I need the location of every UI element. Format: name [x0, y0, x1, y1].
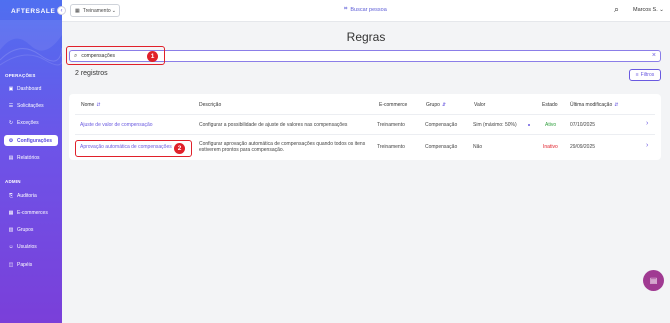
rule-value: Sim (máximo: 50%): [473, 122, 517, 128]
rule-group: Compensação: [425, 122, 458, 128]
sidebar-item-label: Configurações: [17, 137, 53, 144]
rule-name-link[interactable]: Ajuste de valor de compensação: [80, 122, 153, 128]
sidebar: AFTERSALE OPERAÇÕES ▣ Dashboard ☰ Solicita…: [0, 0, 62, 323]
app-logo: AFTERSALE: [11, 8, 56, 15]
buscar-pessoa-link[interactable]: ⌗ Buscar pessoa: [344, 6, 387, 13]
sidebar-wave-decoration: [0, 20, 62, 66]
users-icon: ☺: [8, 243, 14, 250]
sort-icon: ⇵: [96, 102, 101, 108]
column-header-label: Nome: [81, 102, 95, 108]
column-header-valor: Valor: [474, 102, 486, 108]
topbar: ▦ Treinamento ⌄ ⌗ Buscar pessoa ⌕ Marcos…: [62, 0, 670, 22]
chevron-down-icon: ⌄: [659, 7, 664, 13]
calendar-icon: ▦: [75, 7, 80, 14]
sidebar-item-excecoes[interactable]: ↻ Exceções: [4, 117, 58, 128]
sidebar-item-dashboard[interactable]: ▣ Dashboard: [4, 83, 58, 94]
sidebar-item-relatorios[interactable]: ▤ Relatórios: [4, 152, 58, 163]
chat-button[interactable]: ▤: [643, 270, 664, 291]
sidebar-item-solicitacoes[interactable]: ☰ Solicitações: [4, 100, 58, 111]
audit-icon: ⎘: [8, 192, 13, 199]
clear-icon[interactable]: ×: [652, 52, 656, 59]
sidebar-item-ecommerces[interactable]: ▦ E-commerces: [4, 207, 58, 218]
column-header-nome[interactable]: Nome ⇵: [81, 102, 101, 108]
scan-icon: ⌗: [344, 6, 348, 12]
dashboard-icon: ▣: [8, 85, 14, 92]
sidebar-item-label: Relatórios: [17, 154, 40, 161]
column-header-label: Última modificação: [570, 102, 613, 108]
sort-icon: ⇵: [614, 102, 619, 108]
filters-button[interactable]: ≡ Filtros: [629, 69, 661, 81]
status-badge: Inativo: [543, 144, 558, 150]
chevron-down-icon: ⌄: [111, 8, 116, 14]
divider: [75, 114, 655, 115]
rule-description: Configurar a possibilidade de ajuste de …: [199, 122, 348, 128]
column-header-ultima[interactable]: Última modificação ⇵: [570, 102, 618, 108]
status-badge: Ativo: [545, 122, 557, 128]
sidebar-item-label: E-commerces: [17, 209, 48, 216]
rule-modified-date: 07/10/2025: [570, 122, 596, 128]
record-count: 2 registros: [75, 70, 108, 77]
column-header-label: Grupo: [426, 102, 440, 108]
user-name: Marcos S.: [633, 7, 658, 13]
sidebar-item-label: Usuários: [17, 243, 37, 250]
sidebar-item-papeis[interactable]: ◫ Papéis: [4, 259, 58, 270]
gear-icon: ⚙: [8, 137, 14, 144]
rule-group: Compensação: [425, 144, 458, 150]
sidebar-item-auditoria[interactable]: ⎘ Auditoria: [4, 190, 58, 201]
rule-value: Não: [473, 144, 483, 150]
rule-description: Configurar aprovação automática de compe…: [199, 141, 366, 153]
rule-modified-date: 29/09/2025: [570, 144, 596, 150]
column-header-descricao: Descrição: [199, 102, 222, 108]
list-icon: ☰: [8, 102, 14, 109]
column-header-estado: Estado: [542, 102, 558, 108]
roles-icon: ◫: [8, 261, 14, 268]
buscar-pessoa-label: Buscar pessoa: [350, 6, 387, 13]
tenant-select-value: Treinamento: [82, 7, 111, 14]
sidebar-item-label: Grupos: [17, 226, 34, 233]
chat-icon: ▤: [649, 276, 658, 285]
store-icon: ▦: [8, 209, 14, 216]
column-header-ecommerce: E-commerce: [379, 102, 408, 108]
chart-icon: ▤: [8, 154, 14, 161]
status-dot: [528, 124, 530, 126]
sidebar-item-configuracoes[interactable]: ⚙ Configurações: [4, 135, 58, 146]
sidebar-item-usuarios[interactable]: ☺ Usuários: [4, 241, 58, 252]
section-admin: ADMIN: [5, 179, 21, 184]
user-menu[interactable]: Marcos S. ⌄: [633, 7, 664, 13]
chevron-right-icon[interactable]: ›: [646, 120, 648, 127]
groups-icon: ▥: [8, 226, 14, 233]
column-header-grupo[interactable]: Grupo ⇵: [426, 102, 446, 108]
search-icon[interactable]: ⌕: [614, 4, 619, 15]
sort-icon: ⇵: [441, 102, 447, 108]
rule-ecommerce: Treinamento: [377, 144, 405, 150]
rule-ecommerce: Treinamento: [377, 122, 405, 128]
sidebar-collapse-button[interactable]: ‹: [57, 6, 66, 15]
sidebar-item-label: Auditoria: [17, 192, 37, 199]
sidebar-item-label: Exceções: [17, 119, 39, 126]
chevron-right-icon[interactable]: ›: [646, 142, 648, 149]
page-title: Regras: [346, 30, 386, 44]
annotation-badge-1: 1: [147, 51, 158, 62]
refresh-icon: ↻: [8, 119, 14, 126]
sidebar-item-label: Solicitações: [17, 102, 44, 109]
sidebar-item-label: Papéis: [17, 261, 33, 268]
section-operacoes: OPERAÇÕES: [5, 73, 36, 78]
sidebar-item-grupos[interactable]: ▥ Grupos: [4, 224, 58, 235]
divider: [75, 134, 655, 135]
annotation-badge-2: 2: [174, 143, 185, 154]
sidebar-item-label: Dashboard: [17, 85, 42, 92]
filters-button-label: Filtros: [640, 72, 655, 78]
filter-icon: ≡: [635, 72, 639, 78]
tenant-select[interactable]: ▦ Treinamento ⌄: [70, 4, 120, 17]
